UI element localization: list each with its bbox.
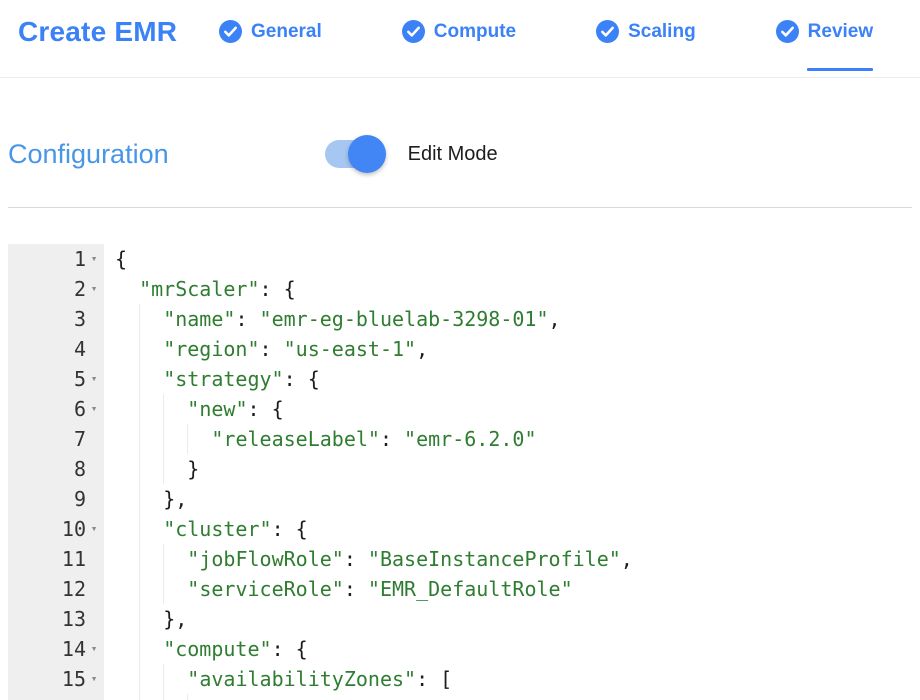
line-number: 2 bbox=[74, 274, 86, 304]
tab-review-label: Review bbox=[808, 21, 873, 43]
tab-scaling[interactable]: Scaling bbox=[596, 20, 696, 43]
tab-review[interactable]: Review bbox=[776, 20, 873, 43]
code-line-text[interactable]: "region": "us-east-1", bbox=[104, 334, 428, 364]
line-number: 7 bbox=[74, 424, 86, 454]
check-circle-icon bbox=[776, 20, 799, 43]
editor-line[interactable]: 1▾{ bbox=[8, 244, 912, 274]
fold-arrow-icon[interactable]: ▾ bbox=[86, 244, 102, 274]
line-number: 4 bbox=[74, 334, 86, 364]
code-line-text[interactable]: "compute": { bbox=[104, 634, 308, 664]
section-divider bbox=[8, 207, 912, 208]
line-number: 13 bbox=[62, 604, 86, 634]
editor-line[interactable]: 12 "serviceRole": "EMR_DefaultRole" bbox=[8, 574, 912, 604]
gutter-cell: 7 bbox=[8, 424, 104, 454]
fold-arrow-icon[interactable]: ▾ bbox=[86, 514, 102, 544]
gutter-cell: 3 bbox=[8, 304, 104, 334]
editor-line[interactable]: 7 "releaseLabel": "emr-6.2.0" bbox=[8, 424, 912, 454]
code-line-text[interactable]: "releaseLabel": "emr-6.2.0" bbox=[104, 424, 537, 454]
editor-line[interactable]: 11 "jobFlowRole": "BaseInstanceProfile", bbox=[8, 544, 912, 574]
code-line-text[interactable]: { bbox=[104, 244, 127, 274]
wizard-steps: General Compute Scaling Review bbox=[219, 20, 873, 43]
gutter-cell: 16 bbox=[8, 694, 104, 700]
editor-line[interactable]: 15▾ "availabilityZones": [ bbox=[8, 664, 912, 694]
line-number: 10 bbox=[62, 514, 86, 544]
line-number: 11 bbox=[62, 544, 86, 574]
gutter-cell: 8 bbox=[8, 454, 104, 484]
gutter-cell: 15▾ bbox=[8, 664, 104, 694]
tab-compute-label: Compute bbox=[434, 21, 516, 43]
configuration-title: Configuration bbox=[8, 139, 169, 170]
tab-general-label: General bbox=[251, 21, 322, 43]
code-line-text[interactable]: { bbox=[104, 694, 223, 700]
line-number: 1 bbox=[74, 244, 86, 274]
configuration-section-header: Configuration Edit Mode bbox=[0, 134, 920, 174]
line-number: 15 bbox=[62, 664, 86, 694]
line-number: 5 bbox=[74, 364, 86, 394]
gutter-cell: 13 bbox=[8, 604, 104, 634]
edit-mode-label: Edit Mode bbox=[408, 143, 498, 166]
editor-line[interactable]: 13 }, bbox=[8, 604, 912, 634]
toggle-knob bbox=[348, 135, 386, 173]
code-editor[interactable]: 1▾{2▾ "mrScaler": {3 "name": "emr-eg-blu… bbox=[8, 244, 912, 700]
line-number: 12 bbox=[62, 574, 86, 604]
check-circle-icon bbox=[402, 20, 425, 43]
gutter-cell: 5▾ bbox=[8, 364, 104, 394]
editor-line[interactable]: 2▾ "mrScaler": { bbox=[8, 274, 912, 304]
wizard-header: Create EMR General Compute Scaling bbox=[0, 0, 920, 78]
gutter-cell: 2▾ bbox=[8, 274, 104, 304]
editor-line[interactable]: 3 "name": "emr-eg-bluelab-3298-01", bbox=[8, 304, 912, 334]
editor-line[interactable]: 14▾ "compute": { bbox=[8, 634, 912, 664]
editor-line[interactable]: 4 "region": "us-east-1", bbox=[8, 334, 912, 364]
gutter-cell: 10▾ bbox=[8, 514, 104, 544]
line-number: 3 bbox=[74, 304, 86, 334]
line-number: 9 bbox=[74, 484, 86, 514]
editor-line[interactable]: 9 }, bbox=[8, 484, 912, 514]
check-circle-icon bbox=[219, 20, 242, 43]
gutter-cell: 6▾ bbox=[8, 394, 104, 424]
code-line-text[interactable]: "name": "emr-eg-bluelab-3298-01", bbox=[104, 304, 561, 334]
code-line-text[interactable]: "serviceRole": "EMR_DefaultRole" bbox=[104, 574, 573, 604]
fold-arrow-icon[interactable]: ▾ bbox=[86, 364, 102, 394]
code-line-text[interactable]: "mrScaler": { bbox=[104, 274, 296, 304]
code-line-text[interactable]: "strategy": { bbox=[104, 364, 320, 394]
line-number: 14 bbox=[62, 634, 86, 664]
gutter-cell: 14▾ bbox=[8, 634, 104, 664]
code-line-text[interactable]: "jobFlowRole": "BaseInstanceProfile", bbox=[104, 544, 633, 574]
gutter-cell: 12 bbox=[8, 574, 104, 604]
line-number: 6 bbox=[74, 394, 86, 424]
code-line-text[interactable]: } bbox=[104, 454, 199, 484]
code-line-text[interactable]: "availabilityZones": [ bbox=[104, 664, 452, 694]
edit-mode-toggle[interactable] bbox=[325, 139, 383, 169]
fold-arrow-icon[interactable]: ▾ bbox=[86, 274, 102, 304]
page-title: Create EMR bbox=[18, 16, 219, 48]
fold-arrow-icon[interactable]: ▾ bbox=[86, 394, 102, 424]
tab-compute[interactable]: Compute bbox=[402, 20, 516, 43]
editor-line[interactable]: 16 { bbox=[8, 694, 912, 700]
check-circle-icon bbox=[596, 20, 619, 43]
editor-line[interactable]: 8 } bbox=[8, 454, 912, 484]
code-line-text[interactable]: "new": { bbox=[104, 394, 284, 424]
code-line-text[interactable]: }, bbox=[104, 484, 187, 514]
editor-line[interactable]: 10▾ "cluster": { bbox=[8, 514, 912, 544]
code-line-text[interactable]: "cluster": { bbox=[104, 514, 308, 544]
active-tab-underline bbox=[807, 68, 873, 71]
tab-general[interactable]: General bbox=[219, 20, 322, 43]
editor-line[interactable]: 5▾ "strategy": { bbox=[8, 364, 912, 394]
line-number: 16 bbox=[62, 694, 86, 700]
line-number: 8 bbox=[74, 454, 86, 484]
fold-arrow-icon[interactable]: ▾ bbox=[86, 634, 102, 664]
gutter-cell: 9 bbox=[8, 484, 104, 514]
gutter-cell: 4 bbox=[8, 334, 104, 364]
code-line-text[interactable]: }, bbox=[104, 604, 187, 634]
gutter-cell: 1▾ bbox=[8, 244, 104, 274]
editor-line[interactable]: 6▾ "new": { bbox=[8, 394, 912, 424]
tab-scaling-label: Scaling bbox=[628, 21, 696, 43]
fold-arrow-icon[interactable]: ▾ bbox=[86, 664, 102, 694]
gutter-cell: 11 bbox=[8, 544, 104, 574]
